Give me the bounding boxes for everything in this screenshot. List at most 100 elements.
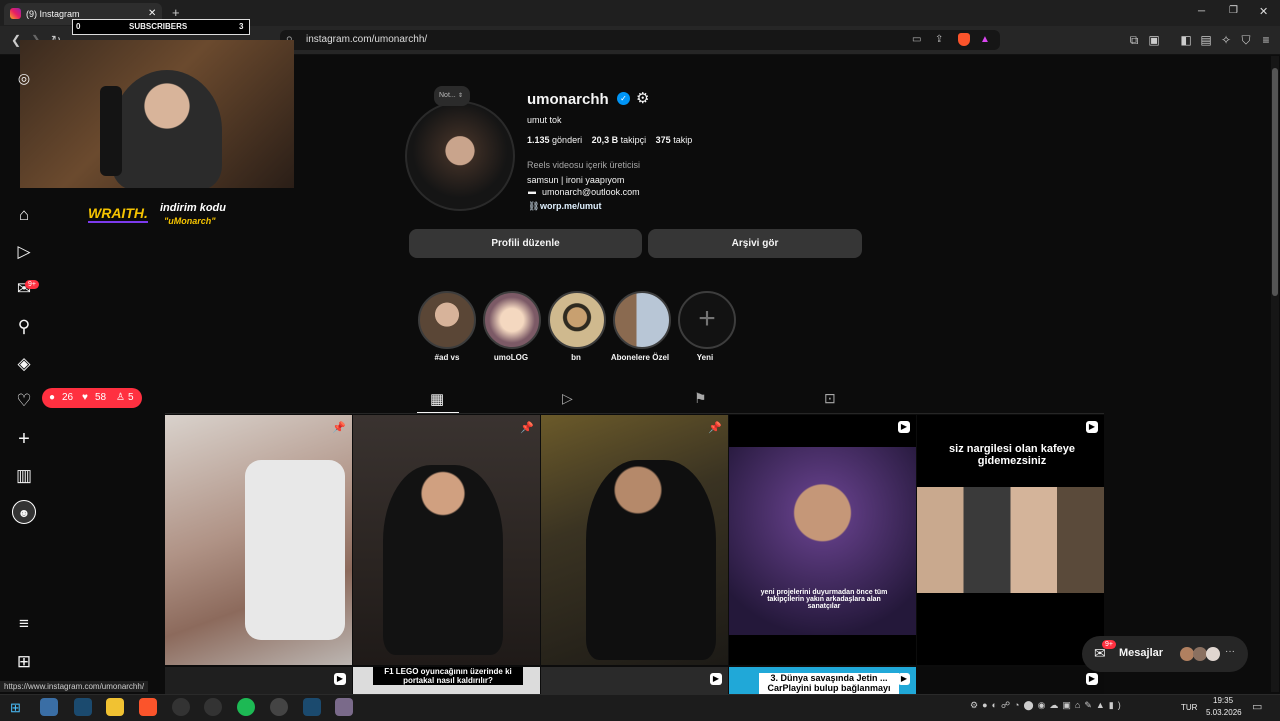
message-avatar (1206, 647, 1220, 661)
search-icon[interactable]: ⚲ (12, 315, 36, 339)
reel-icon: ▶ (334, 673, 346, 685)
instagram-favicon-icon (10, 8, 21, 19)
tagged-tab-icon[interactable]: ⊡ (824, 390, 836, 407)
profile-category: Reels videosu içerik üreticisi (527, 160, 641, 170)
threads-icon[interactable]: ⊞ (12, 650, 36, 674)
person-in-photo (586, 460, 716, 660)
email-icon: ▬ (528, 187, 536, 196)
post-tile[interactable]: 3. Dünya savaşında Jetin ... CarPlayini … (729, 667, 916, 695)
followers-count[interactable]: 20,3 B (592, 135, 619, 145)
spotify-icon[interactable] (237, 698, 255, 716)
brave-shield-icon[interactable] (958, 33, 970, 46)
extensions-icon[interactable]: ⧉ (1126, 33, 1142, 47)
steam-second-icon[interactable] (303, 698, 321, 716)
messages-label: Mesajlar (1119, 647, 1164, 659)
notifications-icon[interactable]: ♡ (12, 389, 36, 413)
highlight-ad-vs[interactable] (418, 291, 476, 349)
system-tray[interactable]: ⚙●◐☍◔⬤◉☁▣⌂✎▲▮) (970, 700, 1170, 714)
brave-rewards-icon[interactable]: ▲ (980, 30, 990, 50)
followers-label[interactable]: takipçi (621, 135, 647, 145)
more-menu-icon[interactable]: ≡ (12, 612, 36, 636)
following-label[interactable]: takip (673, 135, 692, 145)
profile-avatar[interactable] (405, 101, 515, 211)
sidebar-toggle-icon[interactable]: ◧ (1178, 33, 1194, 47)
highlight-label: Yeni (696, 353, 714, 362)
post-tile[interactable]: 📌 (541, 415, 728, 665)
close-window-button[interactable]: ✕ (1259, 5, 1268, 18)
highlight-umolog[interactable] (483, 291, 541, 349)
brave-taskbar-icon[interactable] (139, 698, 157, 716)
post-tile[interactable]: F1 LEGO oyuncağının üzerinde ki portakal… (353, 667, 540, 695)
notification-center-icon[interactable]: ▭ (1252, 700, 1262, 713)
tray-date[interactable]: 5.03.2026 (1206, 708, 1242, 717)
page-scrollbar[interactable] (1271, 56, 1279, 692)
view-archive-button[interactable]: Arşivi gör (648, 229, 862, 258)
widgets-icon[interactable] (40, 698, 58, 716)
subs-label: SUBSCRIBERS (129, 22, 188, 31)
grid-tab-icon[interactable]: ▦ (430, 390, 444, 408)
url-text: instagram.com/umonarchh/ (306, 34, 428, 45)
share-icon[interactable]: ⇪ (935, 30, 943, 50)
status-url: https://www.instagram.com/umonarchh/ (0, 681, 149, 692)
create-icon[interactable]: + (12, 427, 36, 451)
menu-icon[interactable]: ≡ (1258, 33, 1274, 47)
bio-link[interactable]: worp.me/umut (540, 201, 602, 211)
wallet-icon[interactable]: ▤ (1198, 33, 1214, 47)
minimize-button[interactable]: ─ (1198, 6, 1205, 17)
reel-caption: 3. Dünya savaşında Jetin ... CarPlayini … (759, 673, 899, 695)
messages-badge: 9+ (1102, 640, 1116, 649)
note-bubble[interactable]: Not... ⇕ (434, 86, 470, 106)
post-tile[interactable]: 📌 (165, 415, 352, 665)
steam-icon[interactable] (74, 698, 92, 716)
address-bar[interactable]: ⚲ instagram.com/umonarchh/ ▭ ⇪ ▲ (280, 30, 1000, 50)
settings-gear-icon[interactable]: ⚙ (636, 89, 649, 107)
dashboard-icon[interactable]: ▥ (12, 464, 36, 488)
scrollbar-thumb[interactable] (1272, 68, 1278, 296)
reel-icon: ▶ (1086, 673, 1098, 685)
cast-icon[interactable]: ▭ (912, 30, 921, 50)
verified-badge-icon: ✓ (617, 92, 630, 105)
obs-icon[interactable] (172, 698, 190, 716)
start-icon[interactable]: ⊞ (10, 700, 21, 716)
reel-icon: ▶ (1086, 421, 1098, 433)
webcam-overlay (20, 40, 294, 188)
highlight-abonelere-ozel[interactable] (613, 291, 671, 349)
pinned-icon: 📌 (332, 422, 346, 434)
new-tab-button[interactable]: + (172, 5, 180, 20)
reel-caption: F1 LEGO oyuncağının üzerinde ki portakal… (373, 667, 523, 685)
profile-nav-icon[interactable]: ☻ (12, 500, 36, 524)
reels-icon[interactable]: ▷ (12, 240, 36, 264)
tray-time[interactable]: 19:35 (1213, 696, 1233, 705)
saved-tab-icon[interactable]: ⚑ (694, 390, 707, 407)
new-highlight-button[interactable]: + (678, 291, 736, 349)
explore-icon[interactable]: ◈ (12, 352, 36, 376)
following-count[interactable]: 375 (656, 135, 671, 145)
post-tile[interactable]: siz nargilesi olan kafeye gidemezsiniz ▶ (917, 415, 1104, 665)
game-icon[interactable] (335, 698, 353, 716)
subscriber-goal-bar: 0 SUBSCRIBERS 3 (72, 19, 250, 35)
instagram-logo-icon[interactable]: ◎ (12, 66, 36, 90)
reels-tab-icon[interactable]: ▷ (562, 390, 573, 407)
messages-button[interactable]: ✉ 9+ Mesajlar ··· (1082, 636, 1248, 672)
post-tile[interactable]: ▶ (165, 667, 352, 695)
post-tile[interactable]: yeni projelerini duyurmadan önce tüm tak… (729, 415, 916, 665)
more-avatars-icon: ··· (1225, 646, 1235, 657)
bio-email: umonarch@outlook.com (542, 187, 640, 197)
bio-line: samsun | ironi yaapıyom (527, 175, 625, 185)
app-icon[interactable] (270, 698, 288, 716)
home-icon[interactable]: ⌂ (12, 203, 36, 227)
highlight-bn[interactable] (548, 291, 606, 349)
tray-language[interactable]: TUR (1181, 703, 1197, 712)
pinned-icon: 📌 (520, 422, 534, 434)
post-tile[interactable]: 📌 (353, 415, 540, 665)
tab-search-icon[interactable]: ▣ (1146, 33, 1162, 47)
file-explorer-icon[interactable] (106, 698, 124, 716)
obs-second-icon[interactable] (204, 698, 222, 716)
maximize-button[interactable]: ❐ (1229, 5, 1238, 16)
leo-ai-icon[interactable]: ✧ (1218, 33, 1234, 47)
vpn-icon[interactable]: ⛉ (1238, 33, 1254, 47)
notification-popup[interactable]: ● 26 ♥ 58 ♙ 5 (42, 388, 142, 408)
post-tile[interactable]: ▶ (541, 667, 728, 695)
edit-profile-button[interactable]: Profili düzenle (409, 229, 642, 258)
post-tile[interactable]: ▶ (917, 667, 1104, 695)
